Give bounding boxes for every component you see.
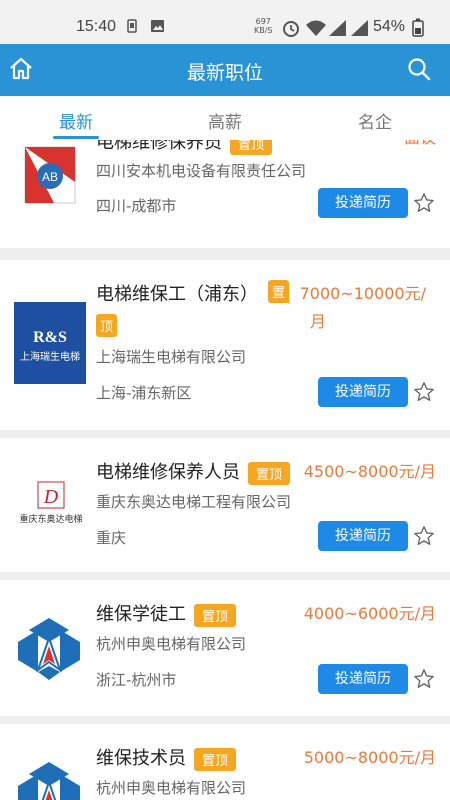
job-salary: 面议 [404,140,436,148]
top-badge: 置顶 [194,603,237,627]
star-icon[interactable] [413,525,435,547]
company-logo-ruisheng: R&S 上海瑞生电梯 [14,302,86,384]
job-list: AB 电梯维修保养员置顶 面议 四川安本机电设备有限责任公司 四川-成都市 投递… [0,140,450,800]
svg-text:D: D [43,486,59,508]
job-salary-cont: 月 [310,312,327,331]
job-title: 维保技术员 置顶 [96,744,237,771]
tab-indicator [53,136,99,139]
job-title: 电梯维修保养员 置顶 [96,140,273,155]
star-icon[interactable] [413,192,435,214]
company-logo-dongaoda: D 重庆东奥达电梯 [19,481,83,525]
svg-text:AB: AB [42,170,58,184]
job-location: 上海-浦东新区 [96,384,192,402]
job-card[interactable]: 维保技术员 置顶 5000~8000元/月 杭州申奥电梯有限公司 [0,724,450,800]
job-card[interactable]: AB 电梯维修保养员置顶 面议 四川安本机电设备有限责任公司 四川-成都市 投递… [0,140,450,248]
battery-icon [412,18,424,37]
company-logo-shenao [18,762,80,800]
apply-button[interactable]: 投递简历 [318,664,408,694]
job-salary: 4000~6000元/月 [303,604,436,623]
search-icon[interactable] [406,56,432,82]
company-name: 杭州申奥电梯有限公司 [96,635,247,653]
apply-button[interactable]: 投递简历 [318,188,408,218]
signal-icon [329,20,346,36]
job-title: 维保学徒工 置顶 [96,600,237,627]
signal-icon-2 [351,20,368,36]
sim-icon [127,19,137,33]
battery-percent: 54% [373,18,406,35]
job-title: 电梯维保工（浦东） [96,284,258,305]
apply-button[interactable]: 投递简历 [318,521,408,551]
status-time: 15:40 [76,18,117,35]
wifi-icon [306,20,326,36]
page-title: 最新职位 [186,62,263,84]
top-badge: 置 [268,280,290,303]
job-card[interactable]: D 重庆东奥达电梯 电梯维修保养人员 置顶 4500~8000元/月 重庆东奥达电… [0,438,450,572]
alarm-icon [283,21,299,37]
job-salary: 7000~10000元/ [299,284,426,303]
svg-text:上海瑞生电梯: 上海瑞生电梯 [20,350,80,363]
top-badge: 置顶 [230,140,273,155]
job-location: 四川-成都市 [96,197,177,215]
job-card[interactable]: R&S 上海瑞生电梯 电梯维保工（浦东） 置 顶 7000~10000元/ 月 … [0,260,450,430]
app-bar: 最新职位 [0,44,450,96]
job-location: 重庆 [96,529,127,547]
top-badge-cont: 顶 [96,314,118,337]
apply-button[interactable]: 投递简历 [318,377,408,407]
top-badge: 置顶 [248,461,291,485]
job-card[interactable]: 维保学徒工 置顶 4000~6000元/月 杭州申奥电梯有限公司 浙江-杭州市 投… [0,580,450,716]
svg-text:R&S: R&S [33,329,67,346]
tab-latest[interactable]: 最新 [31,108,121,133]
star-icon[interactable] [413,381,435,403]
company-name: 重庆东奥达电梯工程有限公司 [96,493,292,511]
tab-famous-company[interactable]: 名企 [330,108,420,133]
star-icon[interactable] [413,668,435,690]
job-title: 电梯维修保养人员 置顶 [96,458,291,485]
company-name: 杭州申奥电梯有限公司 [96,779,247,797]
top-badge: 置顶 [194,747,237,771]
svg-text:重庆东奥达电梯: 重庆东奥达电梯 [19,513,82,525]
tab-high-salary[interactable]: 高薪 [180,108,270,133]
company-name: 上海瑞生电梯有限公司 [96,348,247,366]
job-salary: 4500~8000元/月 [303,462,436,481]
job-salary: 5000~8000元/月 [303,748,436,767]
image-icon [151,20,164,32]
tab-bar: 最新 高薪 名企 [0,96,450,140]
company-logo-anben: AB [24,146,76,204]
status-bar: 15:40 697 KB/S 54% [0,0,450,44]
company-name: 四川安本机电设备有限责任公司 [96,162,307,180]
company-logo-shenao [18,618,80,680]
job-location: 浙江-杭州市 [96,671,177,689]
net-speed: 697 KB/S [254,17,273,35]
